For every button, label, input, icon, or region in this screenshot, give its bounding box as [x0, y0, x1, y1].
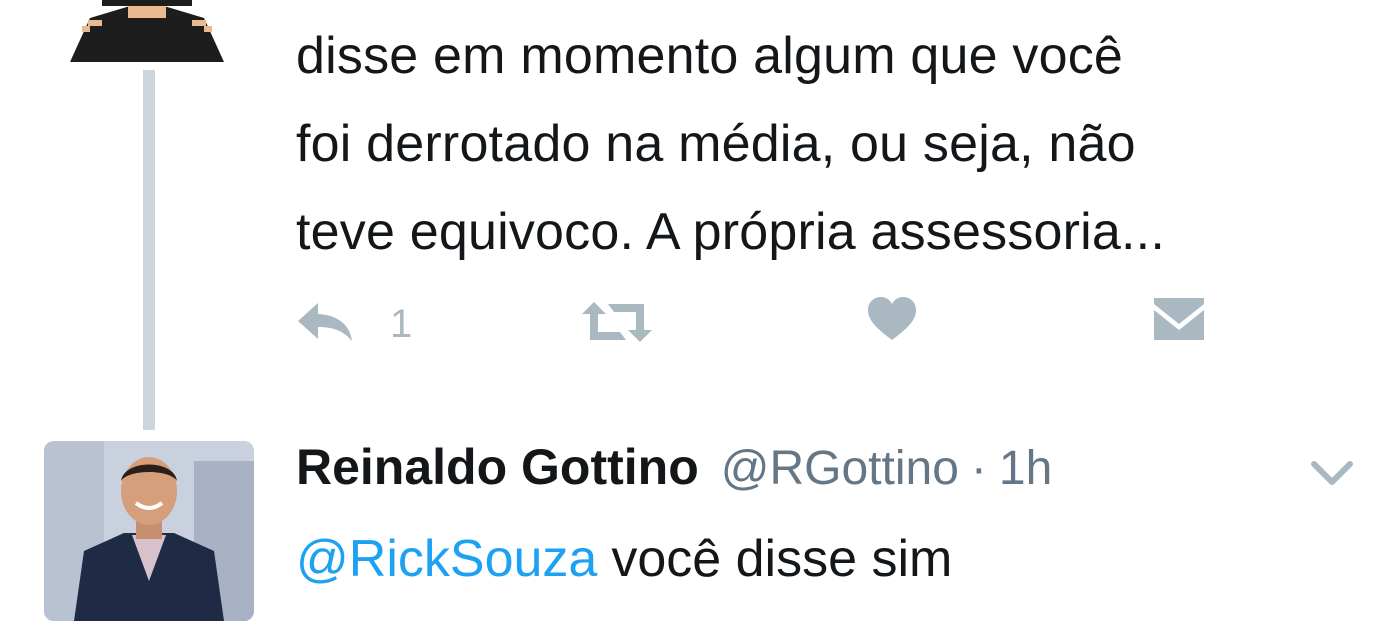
timestamp[interactable]: 1h — [999, 441, 1052, 496]
thread-connector-line — [143, 70, 155, 430]
direct-message-icon — [1152, 296, 1206, 347]
tweet-text-line: foi derrotado na média, ou seja, não — [296, 115, 1136, 173]
chevron-down-icon[interactable] — [1310, 458, 1354, 488]
tweet-text: disse em momento algum que você foi derr… — [296, 12, 1346, 276]
retweet-button[interactable] — [580, 300, 654, 349]
pixel-avatar-icon[interactable] — [62, 0, 232, 62]
reply-icon — [296, 301, 354, 348]
mention-link[interactable]: @RickSouza — [296, 530, 597, 588]
reply-button[interactable]: 1 — [296, 296, 412, 352]
tweet-text-line: teve equivoco. A própria assessoria... — [296, 203, 1165, 261]
profile-photo[interactable] — [44, 441, 254, 621]
tweet-text-line: disse em momento algum que você — [296, 27, 1124, 85]
like-icon — [866, 296, 918, 347]
reply-body-text: você disse sim — [611, 530, 953, 588]
tweet-header: Reinaldo Gottino @RGottino · 1h — [296, 438, 1052, 508]
direct-message-button[interactable] — [1152, 296, 1206, 347]
retweet-icon — [580, 300, 654, 349]
separator: · — [970, 442, 987, 495]
like-button[interactable] — [866, 296, 918, 347]
reply-count: 1 — [390, 301, 413, 346]
user-handle[interactable]: @RGottino — [721, 441, 959, 496]
reply-tweet-text: @RickSouza você disse sim — [296, 524, 952, 594]
display-name[interactable]: Reinaldo Gottino — [296, 438, 699, 496]
